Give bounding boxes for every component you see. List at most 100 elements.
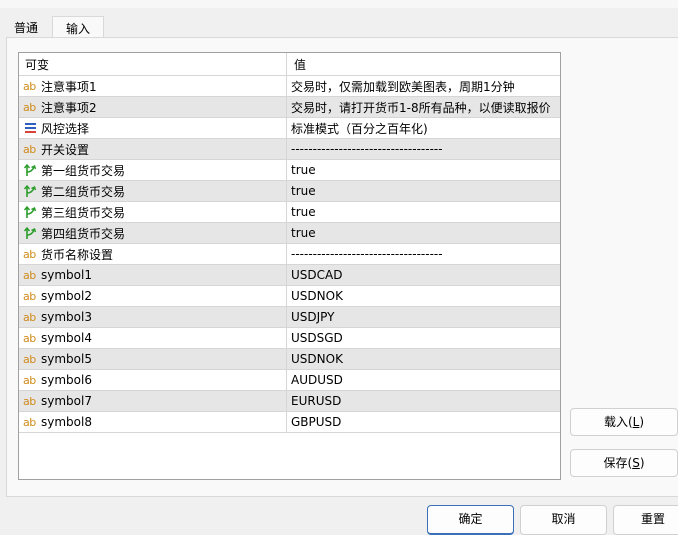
variable-name: 第一组货币交易 <box>41 163 126 178</box>
variable-name: symbol5 <box>41 352 92 366</box>
variable-cell: 第一组货币交易 <box>19 160 287 180</box>
value-cell[interactable]: true <box>287 160 560 180</box>
value-cell[interactable]: ----------------------------------- <box>287 244 560 264</box>
reset-button[interactable]: 重置 <box>613 505 678 535</box>
value-cell[interactable]: true <box>287 202 560 222</box>
bool-type-icon <box>23 163 41 177</box>
variable-cell: ab 注意事项2 <box>19 97 287 117</box>
variable-cell: 第三组货币交易 <box>19 202 287 222</box>
variable-name: symbol8 <box>41 415 92 429</box>
table-row[interactable]: 第二组货币交易 true <box>19 181 560 202</box>
save-button-hotkey: S <box>632 456 640 470</box>
variable-name: 风控选择 <box>41 121 90 136</box>
window-top-strip <box>0 0 678 8</box>
table-row[interactable]: ab symbol4 USDSGD <box>19 328 560 349</box>
value-cell[interactable]: ----------------------------------- <box>287 139 560 159</box>
value-cell[interactable]: true <box>287 181 560 201</box>
variable-name: 第三组货币交易 <box>41 205 126 220</box>
variable-cell: ab symbol8 <box>19 412 287 432</box>
value-cell[interactable]: USDNOK <box>287 286 560 306</box>
variable-name: symbol3 <box>41 310 92 324</box>
variable-name: symbol1 <box>41 268 92 282</box>
table-row[interactable]: 第三组货币交易 true <box>19 202 560 223</box>
variable-cell: ab 注意事项1 <box>19 76 287 96</box>
string-type-icon: ab <box>23 310 36 324</box>
variable-value: USDJPY <box>291 310 335 324</box>
bool-type-icon <box>23 184 41 198</box>
table-row[interactable]: ab symbol6 AUDUSD <box>19 370 560 391</box>
value-cell[interactable]: 标准模式（百分之百年化) <box>287 118 560 138</box>
variable-name: symbol2 <box>41 289 92 303</box>
load-button-label: 载入( <box>603 415 633 429</box>
table-row[interactable]: 第四组货币交易 true <box>19 223 560 244</box>
variable-cell: ab symbol1 <box>19 265 287 285</box>
save-button-label-end: ) <box>639 456 645 470</box>
ok-button[interactable]: 确定 <box>427 505 514 535</box>
column-header-value[interactable]: 值 <box>287 53 560 75</box>
string-type-icon: ab <box>23 373 36 387</box>
variable-name: 货币名称设置 <box>41 247 114 262</box>
variable-value: 交易时，请打开货币1-8所有品种，以便读取报价 <box>291 100 551 115</box>
value-cell[interactable]: true <box>287 223 560 243</box>
variable-value: ----------------------------------- <box>291 247 443 261</box>
variable-cell: 第二组货币交易 <box>19 181 287 201</box>
table-row[interactable]: ab symbol5 USDNOK <box>19 349 560 370</box>
load-button[interactable]: 载入(L) <box>570 408 678 436</box>
cancel-button[interactable]: 取消 <box>520 505 607 535</box>
table-row[interactable]: ab symbol2 USDNOK <box>19 286 560 307</box>
value-cell[interactable]: EURUSD <box>287 391 560 411</box>
tab-bar: 普通 输入 <box>0 8 678 45</box>
value-cell[interactable]: 交易时，请打开货币1-8所有品种，以便读取报价 <box>287 97 560 117</box>
variable-value: 交易时，仅需加载到欧美图表，周期1分钟 <box>291 79 515 94</box>
variable-value: 标准模式（百分之百年化) <box>291 121 428 136</box>
variable-name: 注意事项1 <box>41 79 97 94</box>
table-row[interactable]: 第一组货币交易 true <box>19 160 560 181</box>
string-type-icon: ab <box>23 352 36 366</box>
variable-value: true <box>291 205 316 219</box>
inputs-grid: 可变 值 ab 注意事项1 交易时，仅需加载到欧美图表，周期1分钟 ab 注意事项2 交易… <box>18 52 561 480</box>
variable-value: true <box>291 184 316 198</box>
variable-cell: ab symbol7 <box>19 391 287 411</box>
value-cell[interactable]: USDNOK <box>287 349 560 369</box>
variable-name: symbol7 <box>41 394 92 408</box>
string-type-icon: ab <box>23 247 36 261</box>
string-type-icon: ab <box>23 142 36 156</box>
value-cell[interactable]: USDSGD <box>287 328 560 348</box>
variable-cell: ab symbol4 <box>19 328 287 348</box>
load-button-label-end: ) <box>639 415 645 429</box>
string-type-icon: ab <box>23 289 36 303</box>
table-row[interactable]: ab 开关设置 ----------------------------------… <box>19 139 560 160</box>
column-header-variable[interactable]: 可变 <box>19 53 287 75</box>
variable-cell: ab symbol5 <box>19 349 287 369</box>
string-type-icon: ab <box>23 415 36 429</box>
variable-name: 第二组货币交易 <box>41 184 126 199</box>
value-cell[interactable]: 交易时，仅需加载到欧美图表，周期1分钟 <box>287 76 560 96</box>
variable-value: ----------------------------------- <box>291 142 443 156</box>
grid-rows: ab 注意事项1 交易时，仅需加载到欧美图表，周期1分钟 ab 注意事项2 交易时，请打开… <box>19 76 560 433</box>
value-cell[interactable]: GBPUSD <box>287 412 560 432</box>
table-row[interactable]: ab symbol3 USDJPY <box>19 307 560 328</box>
variable-value: USDCAD <box>291 268 343 282</box>
variable-value: GBPUSD <box>291 415 342 429</box>
variable-cell: ab symbol2 <box>19 286 287 306</box>
string-type-icon: ab <box>23 79 36 93</box>
variable-cell: ab symbol3 <box>19 307 287 327</box>
variable-value: true <box>291 163 316 177</box>
value-cell[interactable]: USDCAD <box>287 265 560 285</box>
enum-type-icon <box>23 122 41 134</box>
value-cell[interactable]: AUDUSD <box>287 370 560 390</box>
variable-value: USDNOK <box>291 289 343 303</box>
table-row[interactable]: ab symbol8 GBPUSD <box>19 412 560 433</box>
table-row[interactable]: ab 注意事项1 交易时，仅需加载到欧美图表，周期1分钟 <box>19 76 560 97</box>
table-row[interactable]: ab symbol1 USDCAD <box>19 265 560 286</box>
grid-header: 可变 值 <box>19 53 560 76</box>
table-row[interactable]: ab 货币名称设置 --------------------------------… <box>19 244 560 265</box>
variable-name: 开关设置 <box>41 142 90 157</box>
table-row[interactable]: 风控选择 标准模式（百分之百年化) <box>19 118 560 139</box>
save-button[interactable]: 保存(S) <box>570 449 678 477</box>
variable-value: AUDUSD <box>291 373 343 387</box>
value-cell[interactable]: USDJPY <box>287 307 560 327</box>
table-row[interactable]: ab symbol7 EURUSD <box>19 391 560 412</box>
variable-cell: ab 货币名称设置 <box>19 244 287 264</box>
table-row[interactable]: ab 注意事项2 交易时，请打开货币1-8所有品种，以便读取报价 <box>19 97 560 118</box>
